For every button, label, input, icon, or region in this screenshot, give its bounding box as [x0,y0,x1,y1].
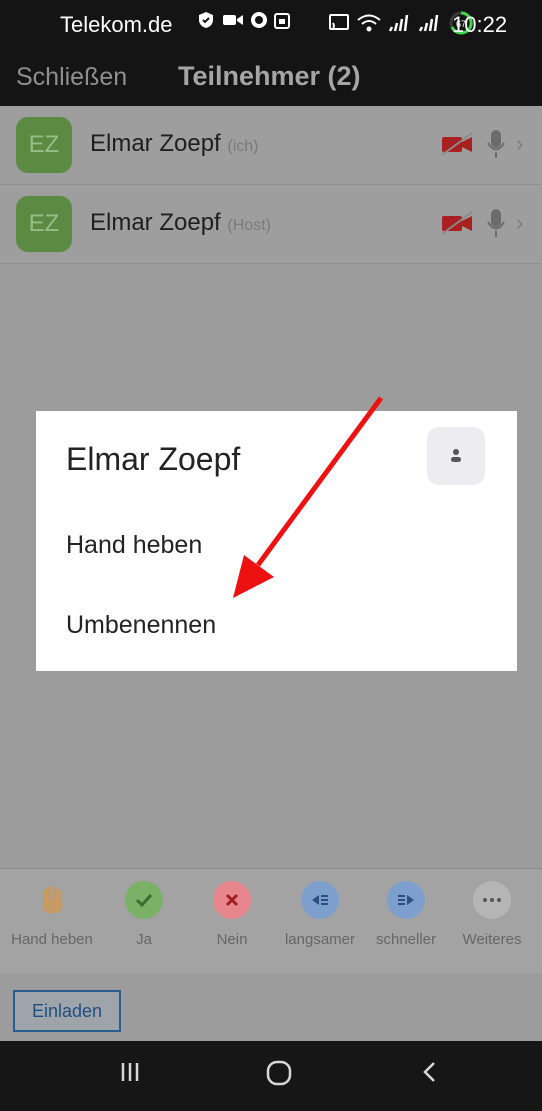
faster-button[interactable]: schneller [362,869,450,948]
tool-label: schneller [375,931,437,948]
tool-label: Weiteres [462,931,522,948]
dialog-title: Elmar Zoepf [66,441,241,477]
back-icon[interactable] [418,1059,442,1091]
x-icon [213,881,251,919]
video-off-icon [441,211,473,235]
more-icon [473,881,511,919]
slower-button[interactable]: langsamer [276,869,364,948]
reaction-toolbar: Hand heben Ja Nein langsamer schneller W… [0,868,542,974]
participant-row[interactable]: EZ Elmar Zoepf (ich) › [0,106,542,185]
participant-name: Elmar Zoepf (Host) [90,209,271,237]
close-button[interactable]: Schließen [16,63,127,92]
more-button[interactable]: Weiteres [448,869,536,948]
participant-status-icons: › [440,128,523,160]
signal-roaming-icon [418,14,439,32]
participant-row[interactable]: EZ Elmar Zoepf (Host) › [0,185,542,264]
clock: 10:22 [452,12,508,37]
tool-label: langsamer [284,931,356,948]
invite-button[interactable]: Einladen [13,990,121,1032]
microphone-icon [487,209,505,237]
microphone-icon [487,130,505,158]
rewind-icon [301,881,339,919]
status-bar: Telekom.de 67 10:22 [0,0,542,48]
participant-status-icons: › [440,207,523,239]
chevron-right-icon: › [516,131,524,156]
home-icon[interactable] [265,1059,293,1094]
person-icon [451,449,461,462]
app-notification-icon [251,12,267,28]
raise-hand-icon [33,881,71,919]
notification-icons [196,10,290,30]
profile-button[interactable] [427,427,485,485]
signal-icon [388,14,409,32]
participant-list: EZ Elmar Zoepf (ich) › EZ Elmar Zoepf (H… [0,106,542,264]
participant-role: (ich) [227,138,259,155]
tool-label: Nein [216,931,248,948]
rename-option[interactable]: Umbenennen [66,611,216,640]
fast-forward-icon [387,881,425,919]
participant-action-dialog: Elmar Zoepf Hand heben Umbenennen [36,411,517,671]
participant-name: Elmar Zoepf (ich) [90,130,259,158]
avatar: EZ [16,117,72,173]
app-header: Schließen Teilnehmer (2) [0,48,542,106]
raise-hand-button[interactable]: Hand heben [8,869,96,948]
calendar-notification-icon [274,13,290,29]
video-notification-icon [223,15,243,25]
carrier-name: Telekom.de [60,12,173,37]
no-button[interactable]: Nein [188,869,276,948]
recent-apps-icon[interactable] [118,1059,142,1091]
participant-name-text: Elmar Zoepf [90,209,221,236]
video-off-icon [441,132,473,156]
avatar: EZ [16,196,72,252]
yes-button[interactable]: Ja [100,869,188,948]
cast-icon [329,14,349,30]
page-title: Teilnehmer (2) [178,61,361,91]
tool-label: Hand heben [11,931,93,948]
wifi-icon [357,14,381,32]
raise-hand-option[interactable]: Hand heben [66,531,202,560]
shield-icon [199,12,213,28]
system-navigation-bar [0,1041,542,1111]
tool-label: Ja [136,931,152,948]
participant-name-text: Elmar Zoepf [90,130,221,157]
participant-role: (Host) [227,217,271,234]
chevron-right-icon: › [516,210,524,235]
check-icon [125,881,163,919]
